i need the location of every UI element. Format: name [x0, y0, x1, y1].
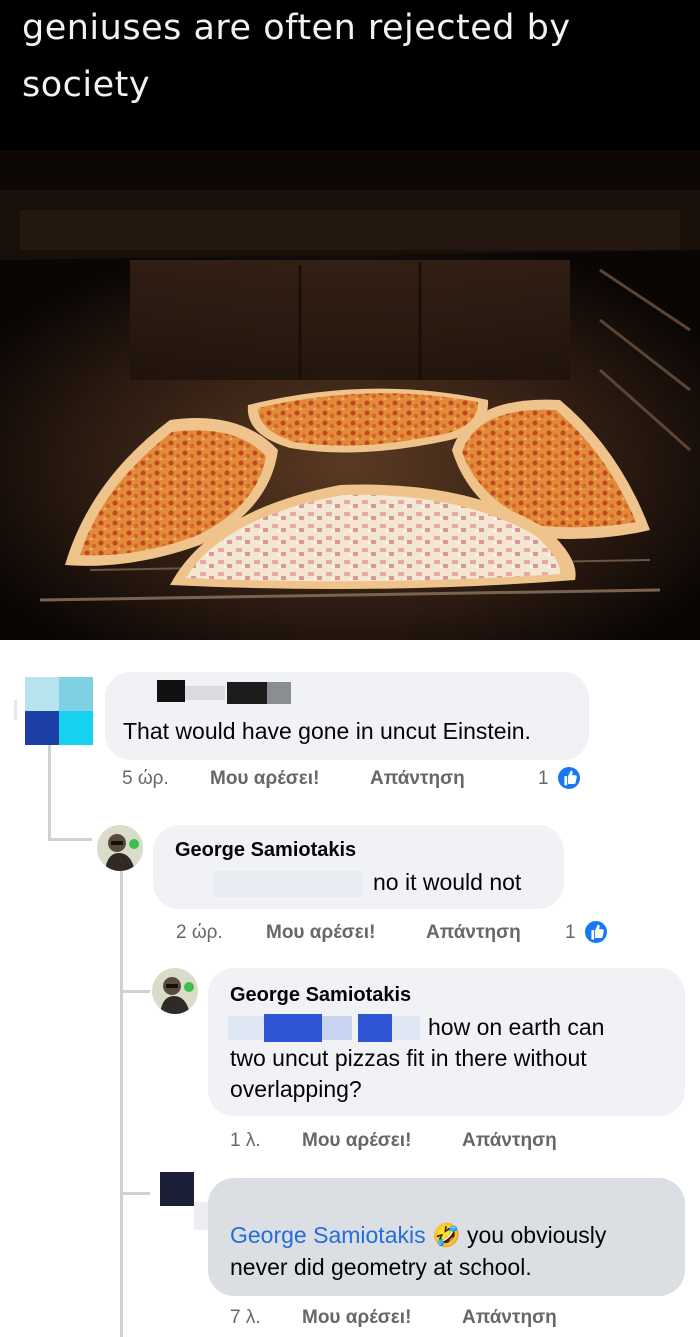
reply-link[interactable]: Απάντηση — [462, 1307, 557, 1329]
reply-link[interactable]: Απάντηση — [370, 768, 465, 790]
like-link[interactable]: Μου αρέσει! — [302, 1307, 411, 1329]
comment-text-line: how on earth can — [428, 1014, 605, 1040]
thread-line — [120, 990, 150, 993]
comment-actions: 7 λ. Μου αρέσει! Απάντηση — [230, 1307, 650, 1333]
comment-text: That would have gone in uncut Einstein. — [123, 718, 531, 744]
mention-line: George Samiotakis 🤣 you obviously — [230, 1220, 606, 1252]
thread-line — [120, 870, 123, 1337]
thread-line — [120, 1192, 150, 1195]
oven-pizza-photo — [0, 150, 700, 640]
comment-actions: 5 ώρ. Μου αρέσει! Απάντηση — [122, 768, 542, 794]
comment-actions: 2 ώρ. Μου αρέσει! Απάντηση — [176, 922, 596, 948]
mention-link[interactable]: George Samiotakis — [230, 1222, 426, 1248]
comment-text-line: you obviously — [467, 1222, 607, 1248]
george-avatar[interactable] — [152, 968, 198, 1014]
comment-bubble: George Samiotakis 🤣 you obviously never … — [208, 1178, 685, 1296]
like-thumb-icon[interactable] — [556, 765, 582, 791]
thread-line — [14, 700, 17, 720]
comment-timestamp[interactable]: 1 λ. — [230, 1130, 261, 1152]
commenter-avatar[interactable] — [25, 677, 93, 745]
redacted-mention — [228, 1016, 264, 1040]
comment-actions: 1 λ. Μου αρέσει! Απάντηση — [230, 1130, 650, 1156]
redacted-author-name — [267, 682, 291, 704]
comment-text: no it would not — [373, 869, 522, 895]
like-link[interactable]: Μου αρέσει! — [302, 1130, 411, 1152]
meme-caption: geniuses are often rejected by society — [22, 8, 571, 105]
comment-author[interactable]: George Samiotakis — [175, 839, 356, 862]
comment-timestamp[interactable]: 2 ώρ. — [176, 922, 223, 944]
reaction-count: 1 — [565, 922, 576, 943]
comment-timestamp[interactable]: 5 ώρ. — [122, 768, 169, 790]
meme-image[interactable]: geniuses are often rejected by society — [0, 0, 700, 640]
redacted-author-name — [157, 680, 185, 702]
comment-timestamp[interactable]: 7 λ. — [230, 1307, 261, 1329]
redacted-mention — [322, 1016, 352, 1040]
redacted-mention — [358, 1014, 392, 1042]
comment-bubble: That would have gone in uncut Einstein. — [105, 672, 589, 760]
comment-text-line: overlapping? — [230, 1076, 362, 1102]
reply-link[interactable]: Απάντηση — [426, 922, 521, 944]
redacted-author-name — [185, 686, 225, 700]
comment-bubble: George Samiotakis how on earth can two u… — [208, 968, 685, 1116]
thread-line — [48, 745, 51, 841]
comment-author[interactable]: George Samiotakis — [230, 984, 411, 1007]
comment-bubble: George Samiotakis no it would not — [153, 825, 564, 909]
like-link[interactable]: Μου αρέσει! — [210, 768, 319, 790]
thread-line — [48, 838, 92, 841]
redacted-text — [213, 871, 363, 897]
rolling-laughing-emoji: 🤣 — [431, 1223, 461, 1249]
comment-text-line: never did geometry at school. — [230, 1254, 532, 1280]
reaction-count: 1 — [538, 768, 549, 789]
comment-text-line: two uncut pizzas fit in there without — [230, 1045, 587, 1071]
like-link[interactable]: Μου αρέσει! — [266, 922, 375, 944]
redacted-mention — [264, 1014, 322, 1042]
like-thumb-icon[interactable] — [583, 919, 609, 945]
reply-link[interactable]: Απάντηση — [462, 1130, 557, 1152]
redacted-mention — [392, 1016, 420, 1040]
redacted-author-name — [227, 682, 267, 704]
george-avatar[interactable] — [97, 825, 143, 871]
